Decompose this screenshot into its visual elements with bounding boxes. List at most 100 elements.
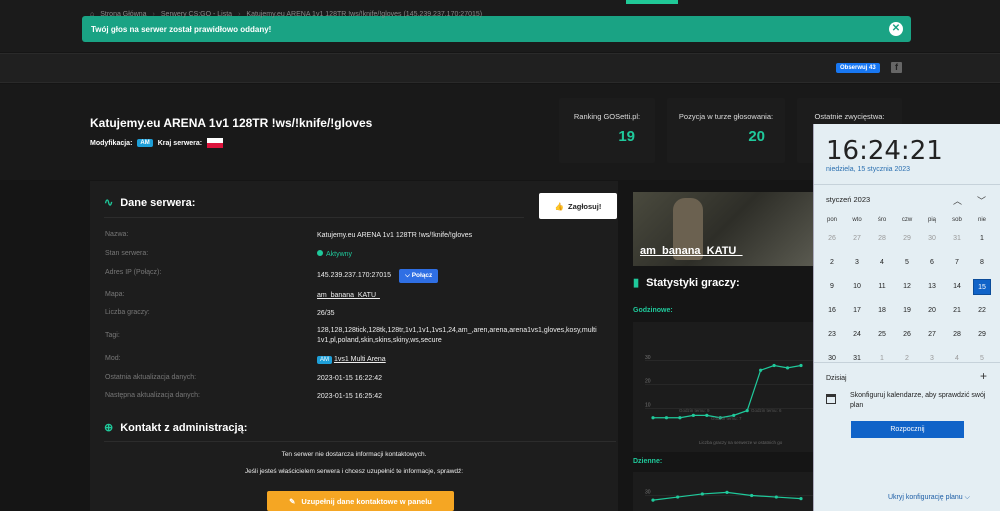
calendar-day[interactable]: 20 (923, 303, 941, 319)
facebook-icon[interactable]: f (891, 62, 902, 73)
calendar-day[interactable]: 4 (948, 351, 966, 367)
data-point (676, 495, 680, 499)
detail-key: Ostatnia aktualizacja danych: (105, 374, 197, 381)
y-tick-label: 10 (645, 402, 651, 408)
calendar-day[interactable]: 14 (948, 279, 966, 295)
calendar-day[interactable]: 12 (898, 279, 916, 295)
calendar-day[interactable]: 31 (848, 351, 866, 367)
weekday-header: sob (952, 217, 962, 223)
weekday-header: nie (977, 217, 986, 223)
vote-button[interactable]: 👍 Zagłosuj! (539, 193, 617, 219)
connect-button[interactable]: ⌵ Połącz (398, 269, 439, 283)
hourly-chart: 10 20 30 Godzin temu: 9 Godzin temu: 6 Godzin… (633, 322, 813, 452)
calendar-day[interactable]: 29 (898, 231, 916, 247)
daily-label: Dzienne: (633, 458, 663, 465)
detail-key: Adres IP (Połącz): (105, 269, 162, 276)
calendar-day[interactable]: 25 (873, 327, 891, 343)
contact-owner-hint: Jeśli jesteś właścicielem serwera i chce… (244, 468, 464, 475)
calendar-day[interactable]: 29 (973, 327, 991, 343)
calendar-day[interactable]: 23 (823, 327, 841, 343)
calendar-day[interactable]: 3 (923, 351, 941, 367)
stat-label: Ranking GOSetti.pl: (573, 112, 641, 121)
calendar-day[interactable]: 15 (973, 279, 991, 295)
calendar-day[interactable]: 8 (973, 255, 991, 271)
detail-value: 2023-01-15 16:25:42 (317, 393, 382, 400)
detail-key: Następna aktualizacja danych: (105, 392, 200, 399)
calendar-day[interactable]: 5 (973, 351, 991, 367)
hourly-chart-svg: 10 20 30 Godzin temu: 9 Godzin temu: 6 Godzin… (645, 355, 813, 445)
daily-chart: 30 (633, 472, 813, 511)
calendar-day[interactable]: 16 (823, 303, 841, 319)
calendar-day[interactable]: 2 (898, 351, 916, 367)
y-tick-label: 20 (645, 379, 651, 385)
breadcrumb-current: Katujemy.eu ARENA 1v1 128TR !ws/!knife/!… (246, 11, 483, 18)
calendar-day[interactable]: 4 (873, 255, 891, 271)
stat-label: Pozycja w turze głosowania: (678, 112, 774, 121)
calendar-day[interactable]: 3 (848, 255, 866, 271)
breadcrumb-home[interactable]: Strona Główna (100, 11, 146, 18)
x-tick-label: Godzin temu: 7 (711, 416, 742, 421)
stat-ranking: Ranking GOSetti.pl: 19 (559, 98, 655, 163)
start-button[interactable]: Rozpocznij (851, 421, 964, 438)
fill-contact-button[interactable]: ✎ Uzupełnij dane kontaktowe w panelu (267, 491, 454, 511)
x-tick-label: Godzin temu: 6 (751, 408, 782, 413)
hide-agenda-link[interactable]: Ukryj konfigurację planu ⌵ (888, 494, 970, 502)
contact-title: Kontakt z administracją: (120, 421, 248, 434)
calendar-day[interactable]: 10 (848, 279, 866, 295)
calendar-day[interactable]: 6 (923, 255, 941, 271)
calendar-day[interactable]: 2 (823, 255, 841, 271)
calendar-day[interactable]: 9 (823, 279, 841, 295)
fill-contact-label: Uzupełnij dane kontaktowe w panelu (301, 496, 432, 506)
close-icon[interactable]: ✕ (889, 22, 903, 36)
ip-value: 145.239.237.170:27015 (317, 272, 391, 279)
calendar-day[interactable]: 17 (848, 303, 866, 319)
breadcrumb-separator: › (238, 11, 241, 18)
calendar-day[interactable]: 24 (848, 327, 866, 343)
calendar-day[interactable]: 21 (948, 303, 966, 319)
calendar-day[interactable]: 5 (898, 255, 916, 271)
calendar-day[interactable]: 26 (823, 231, 841, 247)
chevron-down-icon[interactable]: ﹀ (977, 194, 986, 207)
status-value: Aktywny (326, 251, 353, 258)
detail-key: Nazwa: (105, 231, 129, 238)
calendar-day[interactable]: 28 (948, 327, 966, 343)
chevron-up-icon[interactable]: ︿ (953, 194, 962, 207)
map-name-link[interactable]: am_banana_KATU_ (640, 245, 743, 257)
weekday-header: śro (877, 217, 887, 223)
calendar-day[interactable]: 31 (948, 231, 966, 247)
breadcrumb-list[interactable]: Serwery CS:GO - Lista (161, 11, 232, 18)
details-heading: ∿ Dane serwera: (104, 196, 196, 210)
mod-link[interactable]: 1vs1 Multi Arena (334, 356, 386, 363)
divider (104, 441, 616, 442)
map-link[interactable]: am_banana_KATU_ (317, 291, 617, 301)
calendar-day[interactable]: 27 (923, 327, 941, 343)
weekday-header: wto (852, 217, 862, 223)
calendar-day[interactable]: 26 (898, 327, 916, 343)
facebook-follow-button[interactable]: Obserwuj 43 (836, 63, 880, 73)
player-stats-heading: ▮ Statystyki graczy: (633, 276, 740, 290)
calendar-day[interactable]: 19 (898, 303, 916, 319)
calendar-day[interactable]: 11 (873, 279, 891, 295)
calendar-month[interactable]: styczeń 2023 (826, 195, 870, 204)
data-point (799, 363, 803, 368)
calendar-day[interactable]: 13 (923, 279, 941, 295)
add-event-icon[interactable]: + (980, 369, 987, 383)
calendar-day[interactable]: 7 (948, 255, 966, 271)
calendar-day[interactable]: 28 (873, 231, 891, 247)
data-point (759, 368, 763, 372)
details-title: Dane serwera: (120, 196, 196, 209)
calendar-day[interactable]: 18 (873, 303, 891, 319)
calendar-day[interactable]: 30 (823, 351, 841, 367)
calendar-day[interactable]: 22 (973, 303, 991, 319)
stat-value: 19 (618, 128, 635, 145)
data-point (651, 416, 655, 420)
clock-date[interactable]: niedziela, 15 stycznia 2023 (826, 166, 910, 173)
data-point (745, 409, 749, 413)
detail-key: Stan serwera: (105, 250, 149, 257)
detail-key: Tagi: (105, 332, 120, 339)
calendar-day[interactable]: 1 (873, 351, 891, 367)
x-tick-label: Godzin temu: 9 (679, 408, 710, 413)
calendar-day[interactable]: 30 (923, 231, 941, 247)
calendar-day[interactable]: 1 (973, 231, 991, 247)
calendar-day[interactable]: 27 (848, 231, 866, 247)
